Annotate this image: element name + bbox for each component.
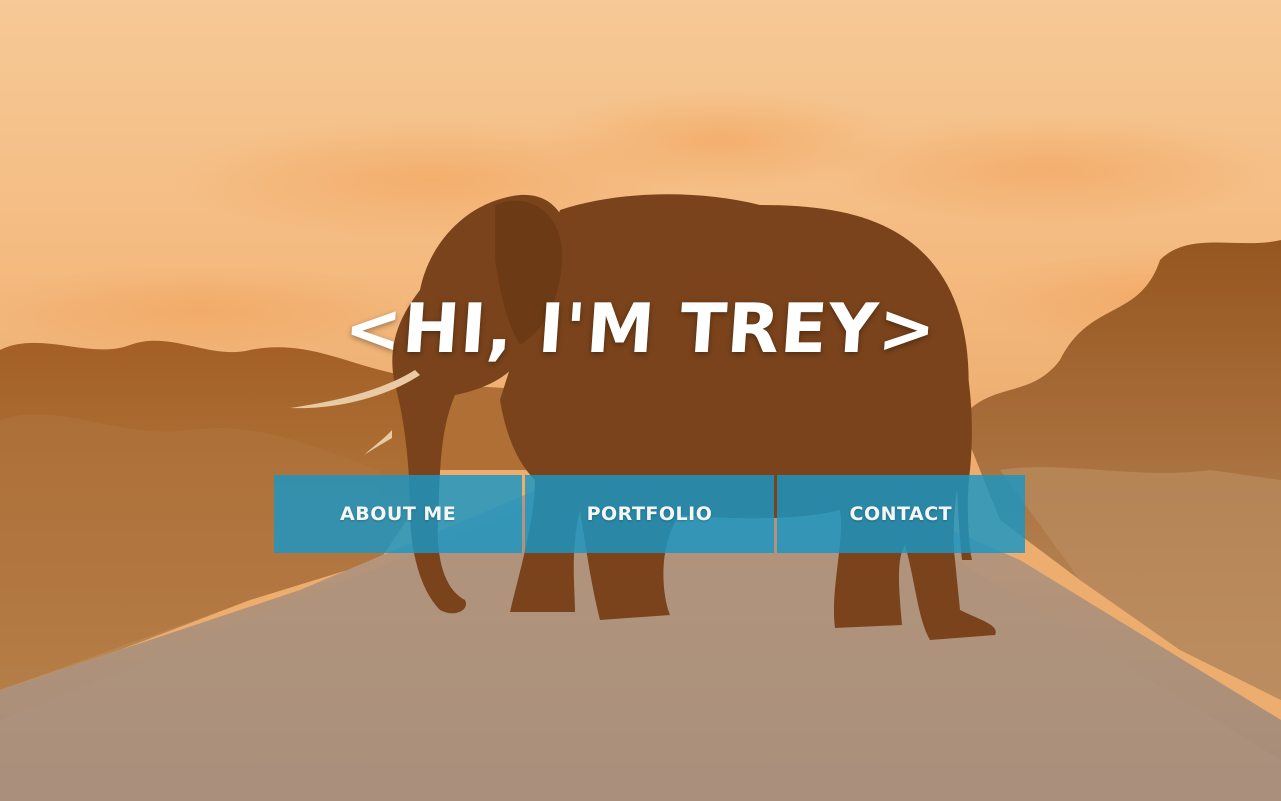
hero-section: <HI, I'M TREY> ABOUT ME PORTFOLIO CONTAC…	[0, 0, 1281, 801]
hero-title: <HI, I'M TREY>	[341, 290, 940, 369]
portfolio-button[interactable]: PORTFOLIO	[525, 475, 774, 553]
main-nav: ABOUT ME PORTFOLIO CONTACT	[274, 475, 1025, 553]
hero-background-image	[0, 0, 1281, 801]
about-me-button[interactable]: ABOUT ME	[274, 475, 523, 553]
contact-button[interactable]: CONTACT	[776, 475, 1025, 553]
